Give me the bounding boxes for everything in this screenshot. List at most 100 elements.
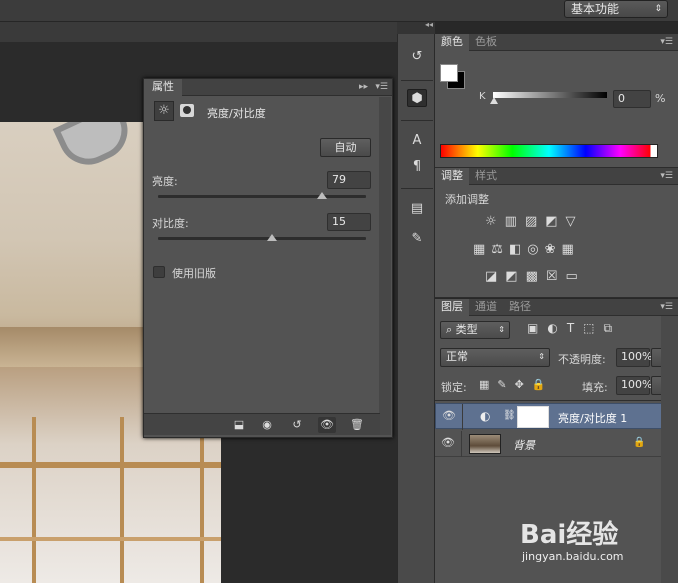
threshold-icon[interactable]: ▩ xyxy=(526,269,546,284)
tab-layers[interactable]: 图层 xyxy=(435,299,469,316)
brightness-slider[interactable] xyxy=(158,192,366,199)
window-frame xyxy=(120,417,124,583)
lock-all-icon[interactable]: 🔒 xyxy=(532,378,554,391)
panel-menu-icon[interactable]: ▾☰ xyxy=(375,79,388,95)
visibility-toggle-icon[interactable]: 👁 xyxy=(318,417,336,433)
collapse-icon[interactable]: ◂◂ xyxy=(425,20,433,29)
chain-link-icon[interactable]: ⛓ xyxy=(503,410,516,421)
layer-row[interactable]: 👁 背景 🔒 xyxy=(435,431,670,457)
gradient-map-icon[interactable]: ▭ xyxy=(566,269,586,284)
adjustment-row-3: ◪◩▩☒▭ xyxy=(485,269,605,287)
tab-styles[interactable]: 样式 xyxy=(469,168,503,185)
k-slider[interactable] xyxy=(493,92,607,98)
color-balance-icon[interactable]: ⚖ xyxy=(491,242,509,257)
trash-icon[interactable]: 🗑 xyxy=(348,417,366,433)
brightness-label: 亮度: xyxy=(152,175,178,188)
lock-pixels-icon[interactable]: ✎ xyxy=(497,378,514,391)
brightness-knob[interactable] xyxy=(317,192,328,199)
shape-filter-icon[interactable]: ⬚ xyxy=(583,321,603,335)
lock-icon: 🔒 xyxy=(633,437,646,448)
contrast-label: 对比度: xyxy=(152,217,189,230)
layer-name[interactable]: 背景 xyxy=(513,437,535,453)
lock-position-icon[interactable]: ✥ xyxy=(515,378,532,391)
tab-adjustments[interactable]: 调整 xyxy=(435,168,469,185)
foreground-swatch[interactable] xyxy=(440,64,458,82)
updown-arrows-icon: ⇕ xyxy=(654,4,662,14)
invert-icon[interactable]: ◪ xyxy=(485,269,505,284)
tab-color[interactable]: 颜色 xyxy=(435,34,469,51)
smart-object-filter-icon[interactable]: ⧉ xyxy=(604,321,622,336)
pixel-filter-icon[interactable]: ▣ xyxy=(527,321,547,335)
divider xyxy=(435,400,670,401)
legacy-checkbox[interactable] xyxy=(153,266,165,278)
curves-icon[interactable]: ▨ xyxy=(525,214,545,229)
paragraph-icon[interactable]: ¶ xyxy=(407,158,427,176)
panel-menu-icon[interactable]: ▾☰ xyxy=(660,299,673,315)
options-bar: 基本功能 ⇕ xyxy=(0,0,678,22)
notes-icon[interactable]: ▤ xyxy=(407,200,427,218)
layer-row[interactable]: 👁 ◐ ⛓ 亮度/对比度 1 xyxy=(435,403,670,430)
lamp-shape xyxy=(52,122,138,175)
add-adjustment-heading: 添加调整 xyxy=(445,193,489,206)
contrast-field[interactable]: 15 xyxy=(327,213,371,231)
layer-thumbnail[interactable] xyxy=(469,434,501,454)
properties-scrollbar[interactable] xyxy=(379,97,391,435)
divider xyxy=(401,188,433,189)
clip-to-layer-icon[interactable]: ⬓ xyxy=(230,417,248,433)
k-knob[interactable] xyxy=(490,97,498,104)
layer-name[interactable]: 亮度/对比度 1 xyxy=(558,410,627,426)
hue-saturation-icon[interactable]: ▦ xyxy=(473,242,491,257)
color-lookup-icon[interactable]: ▦ xyxy=(562,242,580,257)
auto-button[interactable]: 自动 xyxy=(320,138,371,157)
channel-mixer-icon[interactable]: ❀ xyxy=(545,242,562,257)
blend-mode-dropdown[interactable]: 正常 ⇕ xyxy=(440,348,550,367)
view-previous-icon[interactable]: ◉ xyxy=(258,417,276,433)
eye-icon[interactable]: 👁 xyxy=(441,436,457,449)
eye-icon[interactable]: 👁 xyxy=(442,409,458,422)
black-white-icon[interactable]: ◧ xyxy=(509,242,527,257)
character-icon[interactable]: A xyxy=(407,132,427,150)
cube-3d-icon[interactable]: ⬢ xyxy=(407,89,427,107)
document-icon[interactable]: ✎ xyxy=(407,230,427,248)
panel-menu-icon[interactable]: ▾☰ xyxy=(660,34,673,50)
fill-field[interactable]: 100% xyxy=(616,376,652,395)
divider xyxy=(401,80,433,81)
brightness-icon[interactable]: ☼ xyxy=(485,214,505,229)
collapse-icon[interactable]: ▸▸ xyxy=(359,79,368,95)
lock-transparent-icon[interactable]: ▦ xyxy=(479,378,497,391)
contrast-slider[interactable] xyxy=(158,234,366,241)
filter-icons: ▣◐T⬚⧉ xyxy=(527,321,657,339)
type-filter-icon[interactable]: T xyxy=(567,321,583,335)
watermark-url: jingyan.baidu.com xyxy=(522,550,624,563)
divider xyxy=(461,431,462,457)
workspace-switcher[interactable]: 基本功能 ⇕ xyxy=(564,0,668,18)
brightness-field[interactable]: 79 xyxy=(327,171,371,189)
color-spectrum[interactable] xyxy=(440,144,658,158)
layers-tabs: 图层 通道 路径 ▾☰ xyxy=(435,299,678,316)
document-tab-strip xyxy=(0,22,397,42)
posterize-icon[interactable]: ◩ xyxy=(505,269,525,284)
contrast-knob[interactable] xyxy=(267,234,278,241)
layer-mask-thumbnail[interactable] xyxy=(517,406,549,428)
mask-icon[interactable] xyxy=(180,104,194,117)
tab-paths[interactable]: 路径 xyxy=(503,299,537,316)
levels-icon[interactable]: ▥ xyxy=(505,214,525,229)
opacity-field[interactable]: 100% xyxy=(616,348,652,367)
selective-color-icon[interactable]: ☒ xyxy=(546,269,566,284)
history-icon[interactable]: ↺ xyxy=(407,48,427,66)
panel-menu-icon[interactable]: ▾☰ xyxy=(660,168,673,184)
reset-icon[interactable]: ↺ xyxy=(288,417,306,433)
adjustment-name: 亮度/对比度 xyxy=(207,107,266,120)
adjustment-row-2: ▦⚖◧◎❀▦ xyxy=(473,242,623,260)
photo-filter-icon[interactable]: ◎ xyxy=(527,242,544,257)
k-value-field[interactable]: 0 xyxy=(613,90,651,108)
adjustment-row-1: ☼▥▨◩▽ xyxy=(485,214,605,232)
divider xyxy=(462,404,463,430)
tab-channels[interactable]: 通道 xyxy=(469,299,503,316)
layer-filter-dropdown[interactable]: ⌕ 类型 ⇕ xyxy=(440,321,510,339)
exposure-icon[interactable]: ◩ xyxy=(545,214,565,229)
vibrance-icon[interactable]: ▽ xyxy=(566,214,584,229)
tab-swatches[interactable]: 色板 xyxy=(469,34,503,51)
properties-titlebar[interactable]: 属性 ▸▸ ▾☰ xyxy=(144,79,392,96)
adjustment-filter-icon[interactable]: ◐ xyxy=(547,321,566,335)
